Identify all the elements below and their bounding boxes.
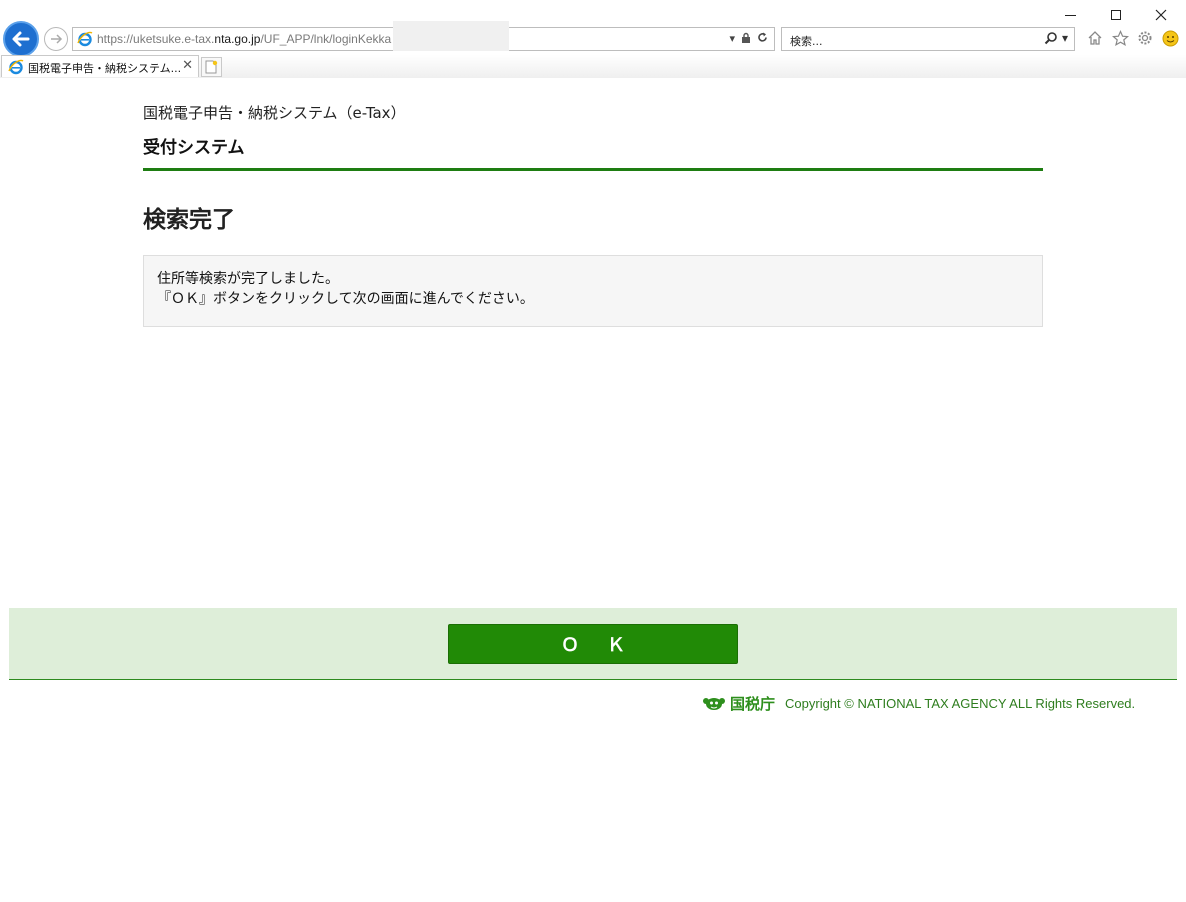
nta-mascot-icon — [703, 698, 725, 710]
refresh-icon[interactable] — [757, 32, 768, 47]
action-band: ＯＫ — [9, 608, 1177, 680]
maximize-button[interactable] — [1101, 6, 1131, 24]
tab-close-icon[interactable]: ✕ — [182, 58, 193, 73]
maximize-icon — [1111, 10, 1121, 20]
tab-etax[interactable]: 国税電子申告・納税システム... ✕ — [1, 55, 199, 77]
tab-bar: 国税電子申告・納税システム... ✕ — [0, 55, 1186, 78]
header-divider — [143, 168, 1043, 171]
message-line-2: 『ＯＫ』ボタンをクリックして次の画面に進んでください。 — [157, 291, 534, 307]
arrow-left-icon — [12, 31, 30, 47]
close-icon — [1155, 9, 1167, 21]
tab-label: 国税電子申告・納税システム... — [28, 62, 182, 75]
forward-button[interactable] — [44, 27, 68, 51]
page-title: 検索完了 — [143, 207, 235, 233]
copyright-text: Copyright © NATIONAL TAX AGENCY ALL Righ… — [785, 695, 1136, 711]
ok-button[interactable]: ＯＫ — [448, 624, 738, 664]
lock-icon[interactable] — [741, 32, 751, 47]
gear-icon[interactable] — [1136, 29, 1154, 47]
minimize-button[interactable] — [1055, 6, 1085, 24]
search-icon[interactable] — [1044, 31, 1058, 48]
new-tab-button[interactable] — [201, 57, 222, 77]
close-window-button[interactable] — [1146, 6, 1176, 24]
search-dropdown-icon[interactable]: ▾ — [1062, 31, 1068, 48]
ie-tab-icon — [8, 59, 24, 75]
system-name: 国税電子申告・納税システム（e-Tax） — [143, 104, 406, 122]
minimize-icon — [1064, 14, 1076, 16]
redacted-area — [393, 21, 509, 51]
browser-chrome: https://uketsuke.e-tax.nta.go.jp/UF_APP/… — [0, 0, 1186, 78]
nta-logo-text: 国税庁 — [730, 694, 776, 713]
dropdown-icon[interactable]: ▾ — [729, 32, 735, 47]
address-url: https://uketsuke.e-tax.nta.go.jp/UF_APP/… — [97, 32, 392, 46]
footer: 国税庁 Copyright © NATIONAL TAX AGENCY ALL … — [702, 692, 1135, 714]
search-box[interactable]: 検索... ▾ — [781, 27, 1075, 51]
ie-icon — [77, 31, 93, 47]
home-icon[interactable] — [1086, 29, 1104, 47]
smiley-feedback-icon[interactable] — [1161, 29, 1179, 47]
back-button[interactable] — [3, 21, 39, 57]
address-bar[interactable]: https://uketsuke.e-tax.nta.go.jp/UF_APP/… — [72, 21, 775, 51]
message-line-1: 住所等検索が完了しました。 — [157, 271, 339, 287]
new-tab-icon — [205, 60, 218, 74]
subsystem-name: 受付システム — [143, 138, 245, 158]
nta-logo: 国税庁 — [702, 693, 775, 714]
search-placeholder: 検索... — [790, 35, 823, 48]
favorites-star-icon[interactable] — [1111, 29, 1129, 47]
message-box: 住所等検索が完了しました。 『ＯＫ』ボタンをクリックして次の画面に進んでください… — [143, 255, 1043, 327]
arrow-right-icon — [51, 34, 63, 44]
